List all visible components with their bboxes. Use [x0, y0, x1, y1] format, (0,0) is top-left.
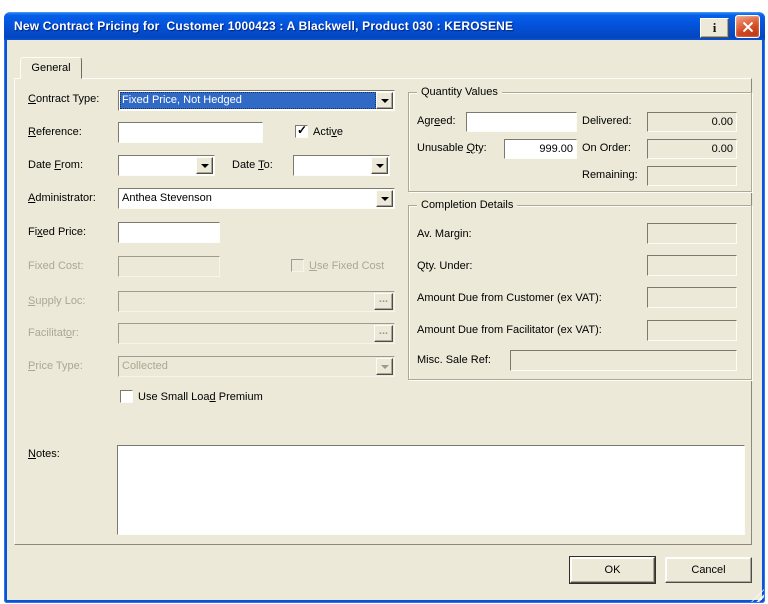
av-margin-label: Av. Margin: [417, 228, 472, 241]
facilitator-label: Facilitator: [28, 327, 79, 340]
close-button[interactable] [735, 15, 760, 38]
completion-details-title: Completion Details [417, 199, 517, 212]
contract-type-selected-value: Fixed Price, Not Hedged [120, 92, 376, 109]
qty-under-label: Qty. Under: [417, 260, 472, 273]
supply-loc-label: Supply Loc: [28, 295, 86, 308]
fixed-cost-label: Fixed Cost: [28, 260, 84, 273]
supply-loc-browse-button: ... [374, 293, 393, 310]
date-from-combobox[interactable] [118, 155, 215, 176]
amount-due-customer-label: Amount Due from Customer (ex VAT): [417, 292, 602, 305]
unusable-qty-input[interactable] [504, 139, 577, 159]
unusable-qty-label: Unusable Qty: [417, 142, 487, 155]
date-to-label: Date To: [232, 159, 273, 172]
fixed-price-label: Fixed Price: [28, 226, 86, 239]
chevron-down-icon[interactable] [371, 157, 388, 174]
quantity-values-title: Quantity Values [417, 86, 502, 99]
ellipsis-icon: ... [379, 293, 388, 305]
amount-due-customer-field [647, 287, 737, 308]
qty-under-field [647, 255, 737, 276]
check-icon: ✓ [297, 123, 307, 137]
tab-general[interactable]: General [20, 57, 82, 79]
date-from-label: Date From: [28, 159, 83, 172]
titlebar[interactable]: New Contract Pricing for Customer 100042… [4, 12, 765, 40]
reference-input[interactable] [118, 122, 263, 143]
use-fixed-cost-checkbox [291, 259, 304, 272]
administrator-combobox[interactable]: Anthea Stevenson [118, 188, 395, 209]
price-type-label: Price Type: [28, 360, 83, 373]
use-small-load-premium-label: Use Small Load Premium [138, 391, 263, 404]
use-fixed-cost-label: Use Fixed Cost [309, 260, 384, 273]
amount-due-facilitator-field [647, 320, 737, 341]
on-order-field [647, 139, 737, 159]
misc-sale-ref-label: Misc. Sale Ref: [417, 354, 491, 367]
chevron-down-icon [376, 358, 393, 375]
notes-textarea[interactable] [117, 445, 745, 535]
ok-button-label: OK [605, 564, 621, 576]
ellipsis-icon: ... [379, 325, 388, 337]
active-checkbox[interactable]: ✓ [295, 125, 308, 138]
remaining-field [647, 166, 737, 186]
amount-due-facilitator-label: Amount Due from Facilitator (ex VAT): [417, 324, 602, 337]
ok-button[interactable]: OK [570, 557, 655, 583]
chevron-down-icon[interactable] [376, 190, 393, 207]
active-label: Active [313, 126, 343, 139]
administrator-value: Anthea Stevenson [122, 192, 375, 205]
window-title: New Contract Pricing for Customer 100042… [14, 19, 513, 33]
chevron-down-icon[interactable] [196, 157, 213, 174]
contract-type-combobox[interactable]: Fixed Price, Not Hedged [118, 90, 395, 111]
agreed-input[interactable] [466, 112, 577, 132]
price-type-combobox: Collected [118, 356, 395, 377]
administrator-label: Administrator: [28, 192, 96, 205]
av-margin-field [647, 223, 737, 244]
cancel-button[interactable]: Cancel [665, 557, 752, 583]
misc-sale-ref-field [510, 350, 737, 371]
reference-label: Reference: [28, 126, 82, 139]
price-type-value: Collected [122, 360, 375, 373]
delivered-field [647, 112, 737, 132]
use-small-load-premium-checkbox[interactable] [120, 390, 133, 403]
facilitator-browse-button: ... [374, 325, 393, 342]
facilitator-field: ... [118, 323, 395, 344]
on-order-label: On Order: [582, 142, 631, 155]
date-to-combobox[interactable] [293, 155, 390, 176]
notes-label: Notes: [28, 448, 60, 461]
info-button[interactable]: i [700, 18, 729, 38]
dialog-client-area: General Contract Type: Fixed Price, Not … [7, 40, 762, 600]
chevron-down-icon[interactable] [376, 92, 393, 109]
info-icon: i [713, 20, 717, 36]
cancel-button-label: Cancel [691, 564, 725, 576]
supply-loc-field: ... [118, 291, 395, 312]
fixed-cost-input [118, 256, 220, 277]
delivered-label: Delivered: [582, 115, 632, 128]
contract-type-label: Contract Type: [28, 93, 99, 106]
agreed-label: Agreed: [417, 115, 456, 128]
tab-general-label: General [31, 62, 70, 74]
dialog-window: New Contract Pricing for Customer 100042… [4, 12, 765, 603]
remaining-label: Remaining: [582, 169, 638, 182]
fixed-price-input[interactable] [118, 222, 220, 243]
